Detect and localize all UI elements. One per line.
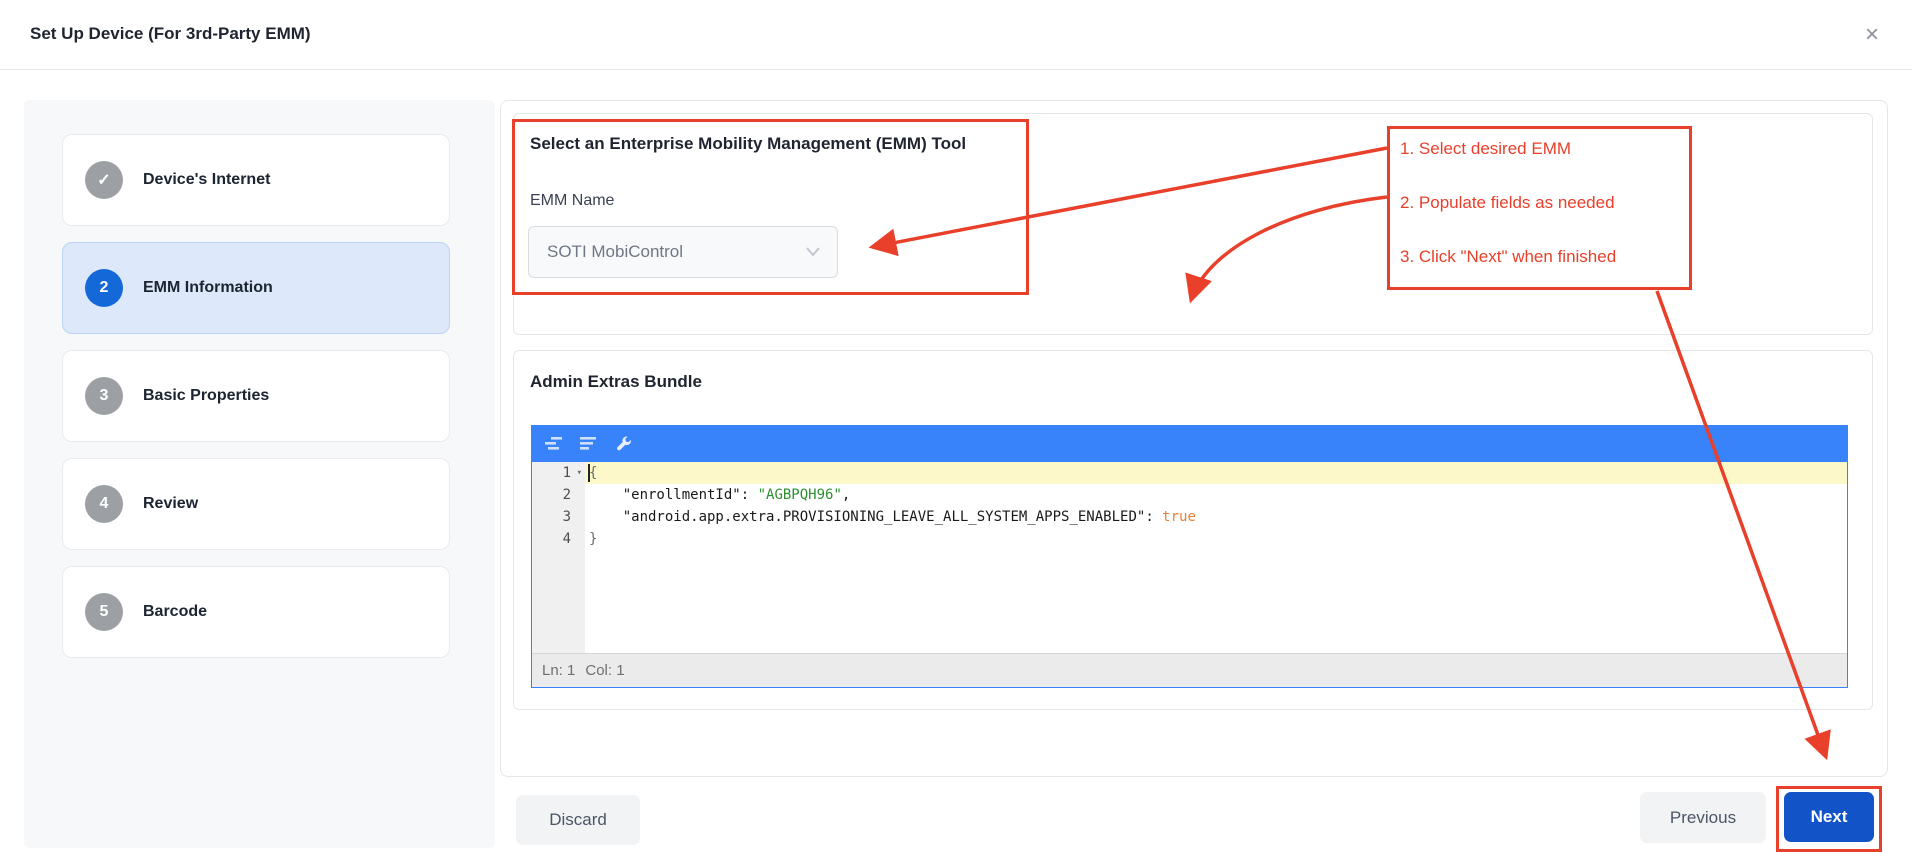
json-editor-toolbar xyxy=(532,426,1847,462)
code-token-plain: : xyxy=(1145,509,1162,525)
json-editor-body[interactable]: 1▾234 { "enrollmentId": "AGBPQH96", "and… xyxy=(532,462,1847,653)
step-number-badge: 2 xyxy=(85,269,123,307)
code-token-string: "AGBPQH96" xyxy=(758,487,842,503)
code-token-plain: , xyxy=(842,487,850,503)
steps-sidebar: ✓ Device's Internet 2 EMM Information 3 … xyxy=(24,100,495,848)
code-token-key: "android.app.extra.PROVISIONING_LEAVE_AL… xyxy=(623,509,1146,525)
sidebar-step-basic-properties[interactable]: 3 Basic Properties xyxy=(62,350,450,442)
editor-statusbar: Ln: 1 Col: 1 xyxy=(532,653,1847,687)
code-line[interactable]: } xyxy=(585,528,1847,550)
sidebar-step-emm-information[interactable]: 2 EMM Information xyxy=(62,242,450,334)
fold-arrow-icon[interactable]: ▾ xyxy=(577,462,582,484)
cursor-line-indicator: Ln: 1 xyxy=(542,662,575,679)
code-token-plain xyxy=(589,509,623,525)
chevron-down-icon xyxy=(805,246,821,258)
dialog-title: Set Up Device (For 3rd-Party EMM) xyxy=(30,24,311,44)
step-label: Basic Properties xyxy=(143,387,269,405)
compact-json-icon[interactable] xyxy=(576,431,602,457)
check-icon: ✓ xyxy=(85,161,123,199)
setup-device-dialog: Set Up Device (For 3rd-Party EMM) × ✓ De… xyxy=(0,0,1912,852)
gutter-line-number: 1▾ xyxy=(532,462,585,484)
code-token-plain: : xyxy=(741,487,758,503)
step-number-badge: 5 xyxy=(85,593,123,631)
gutter-line-number: 3 xyxy=(532,506,585,528)
admin-section-title: Admin Extras Bundle xyxy=(530,372,702,392)
step-label: Device's Internet xyxy=(143,171,270,189)
sidebar-step-barcode[interactable]: 5 Barcode xyxy=(62,566,450,658)
repair-json-icon[interactable] xyxy=(611,431,637,457)
emm-name-label: EMM Name xyxy=(530,192,614,210)
next-button[interactable]: Next xyxy=(1784,792,1874,842)
text-cursor xyxy=(588,464,590,482)
code-line[interactable]: "enrollmentId": "AGBPQH96", xyxy=(585,484,1847,506)
code-token-bracket: } xyxy=(589,531,597,547)
step-label: EMM Information xyxy=(143,279,273,297)
step-number-badge: 3 xyxy=(85,377,123,415)
emm-name-value: SOTI MobiControl xyxy=(547,242,683,262)
step-label: Review xyxy=(143,495,198,513)
sidebar-step-devices-internet[interactable]: ✓ Device's Internet xyxy=(62,134,450,226)
editor-code[interactable]: { "enrollmentId": "AGBPQH96", "android.a… xyxy=(585,462,1847,653)
gutter-line-number: 2 xyxy=(532,484,585,506)
discard-button[interactable]: Discard xyxy=(516,795,640,845)
code-token-key: "enrollmentId" xyxy=(623,487,741,503)
previous-button[interactable]: Previous xyxy=(1640,792,1766,843)
json-editor[interactable]: 1▾234 { "enrollmentId": "AGBPQH96", "and… xyxy=(531,425,1848,688)
code-token-plain xyxy=(589,487,623,503)
cursor-col-indicator: Col: 1 xyxy=(585,662,624,679)
code-token-bool: true xyxy=(1162,509,1196,525)
close-icon[interactable]: × xyxy=(1854,17,1890,53)
code-line[interactable]: "android.app.extra.PROVISIONING_LEAVE_AL… xyxy=(585,506,1847,528)
editor-gutter: 1▾234 xyxy=(532,462,585,653)
step-number-badge: 4 xyxy=(85,485,123,523)
code-token-bracket: { xyxy=(589,465,597,481)
gutter-line-number: 4 xyxy=(532,528,585,550)
sidebar-step-review[interactable]: 4 Review xyxy=(62,458,450,550)
dialog-header: Set Up Device (For 3rd-Party EMM) × xyxy=(0,0,1912,70)
emm-section-title: Select an Enterprise Mobility Management… xyxy=(530,134,966,154)
emm-name-select[interactable]: SOTI MobiControl xyxy=(528,226,838,278)
step-label: Barcode xyxy=(143,603,207,621)
format-json-icon[interactable] xyxy=(541,431,567,457)
code-line[interactable]: { xyxy=(585,462,1847,484)
